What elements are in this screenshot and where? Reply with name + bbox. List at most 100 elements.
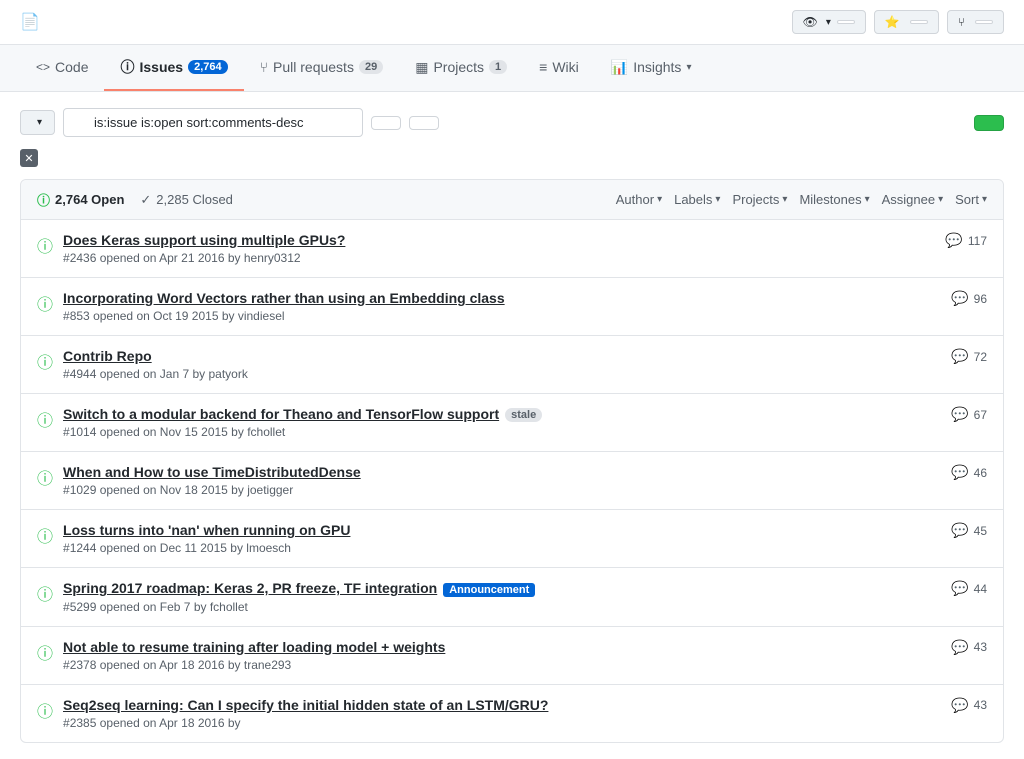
comment-icon: 💬 [951, 580, 968, 597]
milestones-button[interactable] [409, 116, 439, 130]
issue-content: When and How to use TimeDistributedDense… [63, 464, 941, 497]
issues-header-filters: Author ▾ Labels ▾ Projects ▾ Milestones … [616, 192, 987, 207]
issue-open-icon: ⓘ [37, 523, 53, 547]
tab-issues[interactable]: ⓘ Issues 2,764 [104, 45, 243, 91]
issue-meta: #1244 opened on Dec 11 2015 by lmoesch [63, 541, 941, 555]
issue-icon: ⓘ [120, 57, 134, 77]
tab-wiki-label: Wiki [552, 59, 578, 75]
assignee-filter[interactable]: Assignee ▾ [882, 192, 944, 207]
issue-number: #4944 [63, 367, 96, 381]
issue-title-link[interactable]: Contrib Repo [63, 348, 152, 364]
tab-projects[interactable]: ▦ Projects 1 [399, 47, 523, 90]
issue-content: Incorporating Word Vectors rather than u… [63, 290, 941, 323]
open-circle-icon: ⓘ [37, 190, 50, 209]
issue-content: Loss turns into 'nan' when running on GP… [63, 522, 941, 555]
issue-title-link[interactable]: Switch to a modular backend for Theano a… [63, 406, 499, 422]
comment-count: 45 [974, 524, 987, 538]
issue-opened: opened on Jan 7 by [100, 367, 209, 381]
comment-icon: 💬 [951, 348, 968, 365]
nav-tabs: <> Code ⓘ Issues 2,764 ⑂ Pull requests 2… [0, 45, 1024, 92]
issue-open-icon: ⓘ [37, 349, 53, 373]
issue-comments[interactable]: 💬 44 [951, 580, 987, 597]
comment-count: 44 [974, 582, 987, 596]
fork-icon: ⑂ [958, 15, 965, 29]
issue-row: ⓘ Switch to a modular backend for Theano… [21, 394, 1003, 452]
issue-opened: opened on Nov 15 2015 by [100, 425, 247, 439]
issue-title-link[interactable]: Loss turns into 'nan' when running on GP… [63, 522, 350, 538]
issue-title-link[interactable]: Does Keras support using multiple GPUs? [63, 232, 345, 248]
issue-row: ⓘ Spring 2017 roadmap: Keras 2, PR freez… [21, 568, 1003, 626]
issue-comments[interactable]: 💬 43 [951, 697, 987, 714]
issue-meta: #5299 opened on Feb 7 by fchollet [63, 600, 941, 614]
insights-chevron: ▾ [686, 62, 691, 73]
issue-title-link[interactable]: When and How to use TimeDistributedDense [63, 464, 361, 480]
issue-comments[interactable]: 💬 67 [951, 406, 987, 423]
issue-comments[interactable]: 💬 96 [951, 290, 987, 307]
issue-author-link[interactable]: vindiesel [238, 309, 285, 323]
tab-insights[interactable]: 📊 Insights ▾ [595, 47, 708, 90]
issue-comments[interactable]: 💬 46 [951, 464, 987, 481]
fork-button[interactable]: ⑂ [947, 10, 1004, 34]
issue-author-link[interactable]: patyork [209, 367, 248, 381]
comment-icon: 💬 [951, 406, 968, 423]
labels-button[interactable] [371, 116, 401, 130]
issue-content: Seq2seq learning: Can I specify the init… [63, 697, 941, 730]
filter-bar: ▾ 🔍 [20, 108, 1004, 137]
issue-opened: opened on Apr 21 2016 by [100, 251, 244, 265]
issue-author-link[interactable]: lmoesch [246, 541, 291, 555]
filters-dropdown-button[interactable]: ▾ [20, 110, 55, 135]
search-wrapper: 🔍 [63, 108, 363, 137]
issue-title-link[interactable]: Seq2seq learning: Can I specify the init… [63, 697, 548, 713]
issue-author-link[interactable]: fchollet [247, 425, 285, 439]
issue-opened: opened on Dec 11 2015 by [100, 541, 247, 555]
comment-count: 72 [974, 350, 987, 364]
issue-comments[interactable]: 💬 117 [945, 232, 987, 249]
issue-author-link[interactable]: fchollet [210, 600, 248, 614]
issue-comments[interactable]: 💬 72 [951, 348, 987, 365]
filter-chevron-icon: ▾ [37, 117, 42, 128]
issue-title-row: Switch to a modular backend for Theano a… [63, 406, 941, 422]
repo-path: 📄 [20, 12, 56, 32]
comment-icon: 💬 [951, 290, 968, 307]
issue-comments[interactable]: 💬 43 [951, 639, 987, 656]
content-area: ▾ 🔍 ✕ ⓘ 2,764 Open ✓ 2,285 Closed [0, 92, 1024, 759]
milestones-chevron: ▾ [865, 194, 870, 205]
watch-button[interactable]: 👁 ▾ [792, 10, 866, 34]
projects-count: 1 [489, 60, 507, 74]
tab-code[interactable]: <> Code [20, 47, 104, 89]
sort-filter[interactable]: Sort ▾ [955, 192, 987, 207]
issue-title-link[interactable]: Incorporating Word Vectors rather than u… [63, 290, 505, 306]
closed-issues-count[interactable]: ✓ 2,285 Closed [140, 192, 233, 208]
issue-author-link[interactable]: henry0312 [244, 251, 301, 265]
issue-title-link[interactable]: Spring 2017 roadmap: Keras 2, PR freeze,… [63, 580, 437, 596]
projects-chevron: ▾ [782, 194, 787, 205]
comment-count: 117 [968, 234, 987, 248]
issue-meta: #2378 opened on Apr 18 2016 by trane293 [63, 658, 941, 672]
issue-title-row: Does Keras support using multiple GPUs? [63, 232, 935, 248]
projects-filter[interactable]: Projects ▾ [732, 192, 787, 207]
search-input[interactable] [63, 108, 363, 137]
new-issue-button[interactable] [974, 115, 1004, 131]
issue-comments[interactable]: 💬 45 [951, 522, 987, 539]
issue-meta: #1029 opened on Nov 18 2015 by joetigger [63, 483, 941, 497]
header-actions: 👁 ▾ ⭐ ⑂ [792, 10, 1004, 34]
tab-pull-requests[interactable]: ⑂ Pull requests 29 [244, 47, 400, 89]
issue-author-link[interactable]: trane293 [244, 658, 291, 672]
comment-icon: 💬 [951, 697, 968, 714]
issue-title-link[interactable]: Not able to resume training after loadin… [63, 639, 445, 655]
comment-count: 43 [974, 698, 987, 712]
tab-wiki[interactable]: ≡ Wiki [523, 47, 595, 89]
milestones-filter[interactable]: Milestones ▾ [799, 192, 869, 207]
issue-row: ⓘ When and How to use TimeDistributedDen… [21, 452, 1003, 510]
issue-open-icon: ⓘ [37, 581, 53, 605]
star-button[interactable]: ⭐ [874, 10, 939, 34]
labels-filter[interactable]: Labels ▾ [674, 192, 720, 207]
tab-pr-label: Pull requests [273, 59, 354, 75]
chevron-down-icon: ▾ [826, 17, 831, 28]
check-icon: ✓ [140, 192, 151, 208]
clear-filter-button[interactable]: ✕ [20, 149, 38, 167]
issue-author-link[interactable]: joetigger [247, 483, 293, 497]
author-filter[interactable]: Author ▾ [616, 192, 662, 207]
comment-icon: 💬 [951, 464, 968, 481]
issue-number: #2385 [63, 716, 96, 730]
